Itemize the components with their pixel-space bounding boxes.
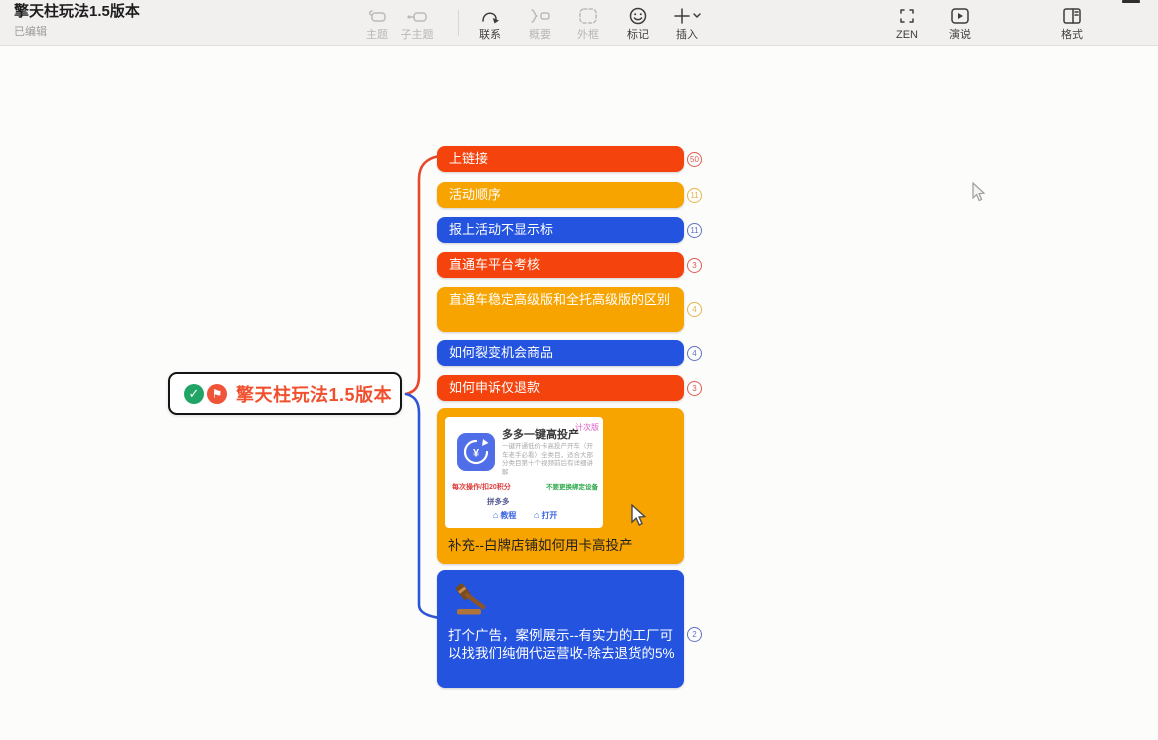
gavel-icon <box>453 581 493 619</box>
branch-label: 报上活动不显示标 <box>449 222 553 237</box>
toolbar-marker-button[interactable]: 标记 <box>612 5 664 42</box>
window-minimize-handle[interactable] <box>1122 0 1140 3</box>
branch-label: 补充--白牌店铺如何用卡高投产 <box>448 537 678 555</box>
tool-description: 一键开通低价卡高投产开车（开车老手必看）全类目，适合大部分类目第十个视频前后有详… <box>502 443 599 477</box>
branch-node-3[interactable]: 报上活动不显示标 <box>437 217 684 243</box>
root-topic-label: 擎天柱玩法1.5版本 <box>236 381 392 407</box>
boundary-icon <box>562 5 614 27</box>
branch-node-5[interactable]: 直通车稳定高级版和全托高级版的区别 <box>437 287 684 332</box>
badge-count: 50 <box>687 152 702 167</box>
tutorial-button[interactable]: ⌂教程 <box>493 506 516 525</box>
toolbar-zen-button[interactable]: ZEN <box>881 5 933 42</box>
toolbar-divider <box>458 10 459 36</box>
branch-label: 打个广告，案例展示--有实力的工厂可以找我们纯佣代运营收-除去退货的5% <box>448 627 676 663</box>
check-icon: ✓ <box>184 384 204 404</box>
branch-node-4[interactable]: 直通车平台考核 <box>437 252 684 278</box>
badge-count: 3 <box>687 381 702 396</box>
mouse-cursor-secondary <box>972 182 988 203</box>
document-title: 擎天柱玩法1.5版本 <box>14 3 140 21</box>
toolbar-format-button[interactable]: 格式 <box>1046 5 1098 42</box>
document-meta: 擎天柱玩法1.5版本 已编辑 <box>14 3 140 39</box>
branch-node-7[interactable]: 如何申诉仅退款 <box>437 375 684 401</box>
branch-label: 直通车稳定高级版和全托高级版的区别 <box>449 292 670 307</box>
badge-count: 11 <box>687 188 702 203</box>
home-icon: ⌂ <box>493 510 498 520</box>
toolbar-present-button[interactable]: 演说 <box>934 5 986 42</box>
yuan-tool-icon: ¥ <box>457 433 495 471</box>
branch-label: 如何申诉仅退款 <box>449 380 540 395</box>
branch-label: 上链接 <box>449 151 488 166</box>
root-topic-node[interactable]: ✓ ⚑ 擎天柱玩法1.5版本 <box>168 372 402 415</box>
toolbar-summary-button[interactable]: 概要 <box>514 5 566 42</box>
flag-icon: ⚑ <box>207 384 227 404</box>
badge-count: 3 <box>687 258 702 273</box>
format-panel-icon <box>1046 5 1098 27</box>
embedded-screenshot: ¥ 计次版 多多一键高投产 一键开通低价卡高投产开车（开车老手必看）全类目，适合… <box>445 417 603 528</box>
svg-text:¥: ¥ <box>473 448 480 460</box>
branch-node-2[interactable]: 活动顺序 <box>437 182 684 208</box>
branch-label: 直通车平台考核 <box>449 257 540 272</box>
titlebar: 擎天柱玩法1.5版本 已编辑 主题 子主题 联系 概要 外框 <box>0 0 1158 46</box>
toolbar-insert-button[interactable]: 插入 <box>661 5 713 42</box>
branch-label: 如何裂变机会商品 <box>449 345 553 360</box>
relationship-icon <box>464 5 516 27</box>
toolbar-boundary-button[interactable]: 外框 <box>562 5 614 42</box>
badge-count: 4 <box>687 302 702 317</box>
mindmap-canvas[interactable]: ✓ ⚑ 擎天柱玩法1.5版本 上链接 活动顺序 报上活动不显示标 直通车平台考核… <box>0 46 1158 740</box>
zen-mode-icon <box>881 5 933 27</box>
toolbar-subtopic-button[interactable]: 子主题 <box>391 5 443 42</box>
subtopic-icon <box>391 5 443 27</box>
toolbar-relationship-button[interactable]: 联系 <box>464 5 516 42</box>
insert-plus-icon <box>661 5 713 27</box>
tool-title: 多多一键高投产 <box>502 426 579 444</box>
badge-count: 2 <box>687 627 702 642</box>
branch-node-6[interactable]: 如何裂变机会商品 <box>437 340 684 366</box>
branch-node-9-ad[interactable]: 打个广告，案例展示--有实力的工厂可以找我们纯佣代运营收-除去退货的5% <box>437 570 684 688</box>
badge-count: 4 <box>687 346 702 361</box>
badge-count: 11 <box>687 223 702 238</box>
branch-node-8-media[interactable]: ¥ 计次版 多多一键高投产 一键开通低价卡高投产开车（开车老手必看）全类目，适合… <box>437 408 684 564</box>
home-icon: ⌂ <box>534 510 539 520</box>
presentation-play-icon <box>934 5 986 27</box>
summary-icon <box>514 5 566 27</box>
tool-warning-note: 不要更换绑定设备 <box>546 479 598 497</box>
open-button[interactable]: ⌂打开 <box>534 506 557 525</box>
document-status: 已编辑 <box>14 23 140 39</box>
branch-label: 活动顺序 <box>449 187 501 202</box>
marker-smiley-icon <box>612 5 664 27</box>
branch-node-1[interactable]: 上链接 <box>437 146 684 172</box>
